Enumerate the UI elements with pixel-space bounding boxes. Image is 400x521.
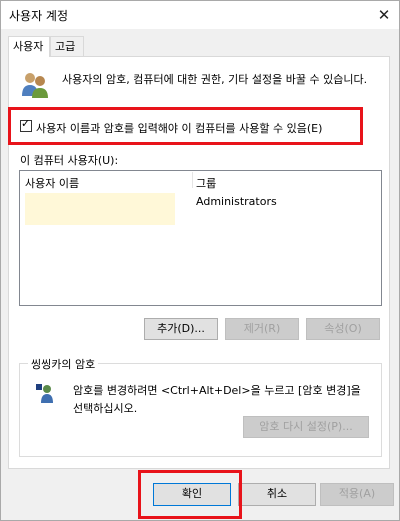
properties-button[interactable]: 속성(O) bbox=[306, 318, 380, 340]
window-title: 사용자 계정 bbox=[9, 9, 69, 23]
highlight-box-checkbox bbox=[8, 107, 363, 145]
password-group-title: 씽씽카의 암호 bbox=[28, 356, 99, 372]
key-user-icon bbox=[36, 384, 53, 403]
users-list[interactable]: 사용자 이름 그룹 Administrators bbox=[19, 170, 382, 306]
reset-password-button[interactable]: 암호 다시 설정(P)... bbox=[243, 416, 369, 438]
add-user-button[interactable]: 추가(D)... bbox=[144, 318, 218, 340]
tab-advanced[interactable]: 고급 bbox=[50, 36, 84, 56]
description-text: 사용자의 암호, 컴퓨터에 대한 권한, 기타 설정을 바꿀 수 있습니다. bbox=[62, 73, 368, 86]
users-list-label: 이 컴퓨터 사용자(U): bbox=[20, 154, 119, 167]
users-icon bbox=[22, 73, 48, 98]
column-divider bbox=[192, 172, 193, 188]
remove-user-button[interactable]: 제거(R) bbox=[225, 318, 299, 340]
title-bar: 사용자 계정 ✕ bbox=[1, 1, 399, 29]
password-instructions-line1: 암호를 변경하려면 <Ctrl+Alt+Del>을 누르고 [암호 변경]을 bbox=[73, 384, 361, 397]
highlight-box-ok bbox=[138, 470, 242, 519]
close-icon[interactable]: ✕ bbox=[369, 1, 399, 29]
apply-button[interactable]: 적용(A) bbox=[320, 483, 394, 506]
table-cell-group[interactable]: Administrators bbox=[196, 195, 277, 208]
column-header-group[interactable]: 그룹 bbox=[196, 175, 216, 191]
password-instructions: 암호를 변경하려면 <Ctrl+Alt+Del>을 누르고 [암호 변경]을 선… bbox=[73, 382, 361, 418]
table-row[interactable] bbox=[25, 193, 175, 225]
tab-users[interactable]: 사용자 bbox=[8, 36, 50, 57]
cancel-button[interactable]: 취소 bbox=[238, 483, 316, 506]
column-header-username[interactable]: 사용자 이름 bbox=[25, 175, 79, 191]
